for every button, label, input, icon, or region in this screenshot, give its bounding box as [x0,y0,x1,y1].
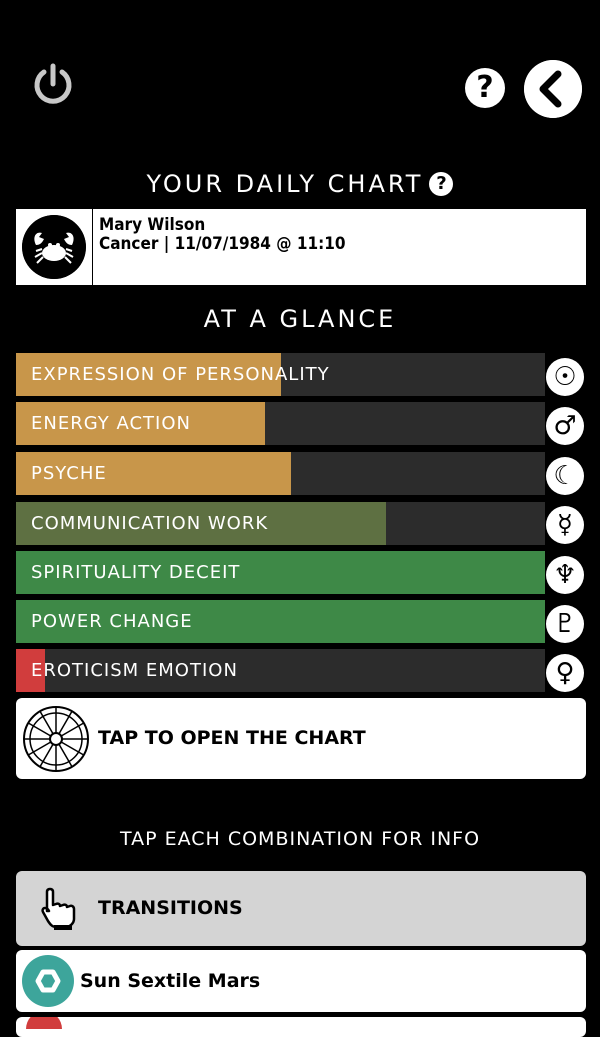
combinations-title: TAP EACH COMBINATION FOR INFO [119,828,481,850]
profile-info: Cancer | 11/07/1984 @ 11:10 [99,234,346,254]
bar-label: PSYCHE [31,463,107,484]
neptune-icon: ♆ [546,556,584,594]
aspect-icon [26,1017,62,1029]
cancer-crab-icon [22,215,86,279]
transitions-label: TRANSITIONS [98,897,243,919]
glance-title: AT A GLANCE [203,305,397,333]
title-help-icon[interactable]: ? [429,172,454,196]
profile-card[interactable]: Mary Wilson Cancer | 11/07/1984 @ 11:10 [16,209,586,285]
page-title-row: YOUR DAILY CHART? [0,170,600,198]
combination-item[interactable]: Sun Sextile Mars [16,950,586,1012]
open-chart-label: TAP TO OPEN THE CHART [98,727,366,749]
glance-bar[interactable]: SPIRITUALITY DECEIT [16,551,545,594]
combination-label: Sun Sextile Mars [80,970,261,992]
power-icon[interactable] [30,62,76,108]
glance-bar[interactable]: ENERGY ACTION [16,402,545,445]
pointing-hand-icon [41,887,76,930]
glance-bar[interactable]: PSYCHE [16,452,545,495]
moon-icon: ☾ [546,457,584,495]
bar-label: SPIRITUALITY DECEIT [31,562,241,583]
bar-label: EXPRESSION OF PERSONALITY [31,364,330,385]
pluto-icon: ♇ [546,605,584,643]
glance-bar[interactable]: EROTICISM EMOTION [16,649,545,692]
combination-item-partial[interactable] [16,1017,586,1037]
sun-icon: ☉ [546,358,584,396]
bar-label: EROTICISM EMOTION [31,660,238,681]
glance-bar[interactable]: COMMUNICATION WORK [16,502,545,545]
zodiac-wheel-icon [23,706,89,772]
glance-bar[interactable]: EXPRESSION OF PERSONALITY [16,353,545,396]
profile-divider [92,209,93,285]
transitions-button[interactable]: TRANSITIONS [16,871,586,946]
glance-bar[interactable]: POWER CHANGE [16,600,545,643]
mercury-icon: ☿ [546,506,584,544]
page-title: YOUR DAILY CHART [146,170,424,198]
bar-label: POWER CHANGE [31,611,193,632]
bar-label: COMMUNICATION WORK [31,513,269,534]
bar-label: ENERGY ACTION [31,413,191,434]
mars-icon: ♂ [546,407,584,445]
venus-icon: ♀ [546,654,584,692]
profile-name: Mary Wilson [99,215,206,235]
sextile-hexagon-icon [22,955,74,1007]
help-icon[interactable]: ? [465,68,505,108]
back-icon[interactable] [524,60,582,118]
open-chart-button[interactable]: TAP TO OPEN THE CHART [16,698,586,779]
